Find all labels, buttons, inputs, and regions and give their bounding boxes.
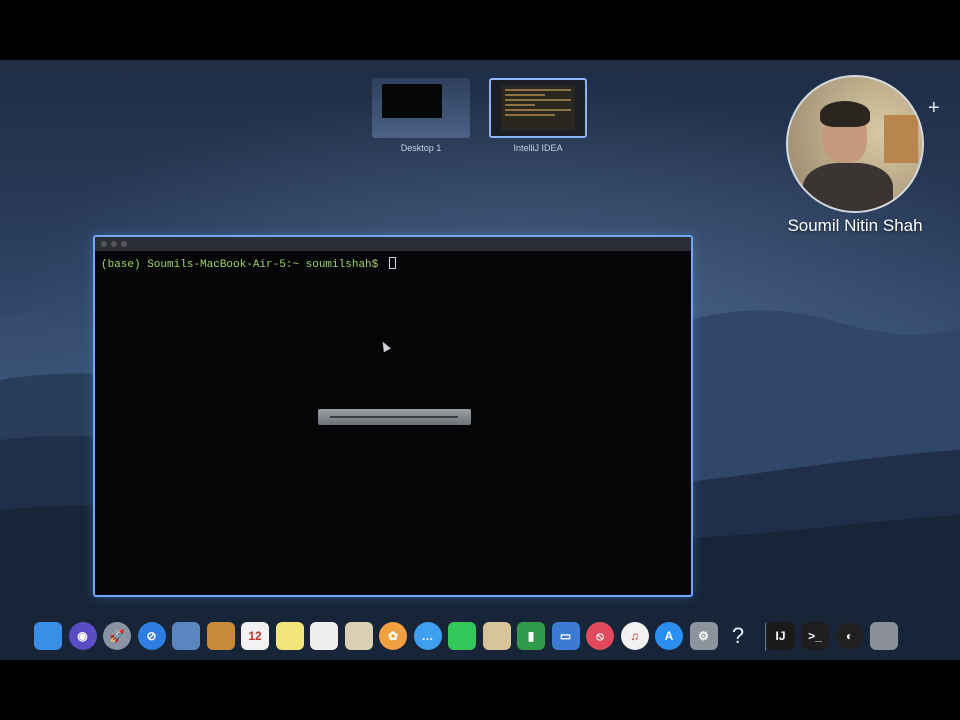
textedit-icon[interactable]	[310, 622, 338, 650]
space-intellij[interactable]	[489, 78, 587, 138]
numbers-icon[interactable]: ▮	[517, 622, 545, 650]
space-window-preview	[501, 86, 575, 130]
presenter-name: Soumil Nitin Shah	[787, 216, 923, 235]
terminal-prompt: (base) Soumils-MacBook-Air-5:~ soumilsha…	[101, 259, 385, 271]
facetime-icon[interactable]	[448, 622, 476, 650]
close-icon[interactable]	[101, 241, 107, 247]
finder-icon[interactable]	[34, 622, 62, 650]
mouse-pointer-icon	[379, 339, 391, 353]
floating-toolbar[interactable]	[318, 409, 471, 425]
terminal-cursor	[388, 257, 396, 269]
dock: ◉ 🚀 ⊘ 12 ✿… ▮ ▭ ⦸ ♫ A ⚙? IJ >_ ◐	[30, 615, 930, 660]
intellij-icon[interactable]: IJ	[766, 622, 795, 650]
contacts-icon[interactable]	[482, 622, 511, 650]
music-icon[interactable]: ♫	[620, 622, 649, 650]
photos-app-icon[interactable]	[344, 622, 373, 650]
letterbox-bottom	[0, 660, 960, 720]
webcam-overlay	[786, 75, 924, 213]
notes-icon[interactable]	[275, 622, 304, 650]
trash-icon[interactable]	[870, 622, 898, 650]
messages-icon[interactable]: …	[413, 622, 442, 650]
photos-icon[interactable]: ✿	[379, 622, 407, 650]
space-label: Desktop 1	[400, 143, 442, 153]
app-store-icon[interactable]: A	[655, 622, 683, 650]
dock-separator	[765, 623, 766, 651]
add-space-icon[interactable]: +	[928, 98, 940, 118]
help-icon[interactable]: ?	[724, 622, 752, 650]
terminal-icon[interactable]: >_	[801, 622, 829, 650]
minimize-icon[interactable]	[111, 241, 117, 247]
calendar-icon[interactable]: 12	[241, 622, 269, 650]
system-preferences-icon[interactable]: ⚙	[689, 622, 718, 650]
keynote-icon[interactable]: ▭	[551, 622, 580, 650]
siri-icon[interactable]: ◉	[68, 622, 97, 650]
no-entry-icon[interactable]: ⦸	[586, 622, 614, 650]
space-label: IntelliJ IDEA	[513, 143, 563, 153]
safari-icon[interactable]: ⊘	[137, 622, 166, 650]
obs-icon[interactable]: ◐	[835, 622, 864, 650]
terminal-titlebar[interactable]	[95, 237, 691, 251]
terminal-line[interactable]: (base) Soumils-MacBook-Air-5:~ soumilsha…	[101, 257, 396, 271]
launchpad-icon[interactable]: 🚀	[103, 622, 131, 650]
space-desktop-1[interactable]	[372, 78, 470, 138]
notes-book-icon[interactable]	[206, 622, 235, 650]
preview-icon[interactable]	[172, 622, 200, 650]
desktop: Desktop 1 IntelliJ IDEA + Soumil Nitin S…	[0, 60, 960, 660]
terminal-window[interactable]: (base) Soumils-MacBook-Air-5:~ soumilsha…	[93, 235, 693, 597]
zoom-icon[interactable]	[121, 241, 127, 247]
space-window-preview	[382, 84, 442, 118]
